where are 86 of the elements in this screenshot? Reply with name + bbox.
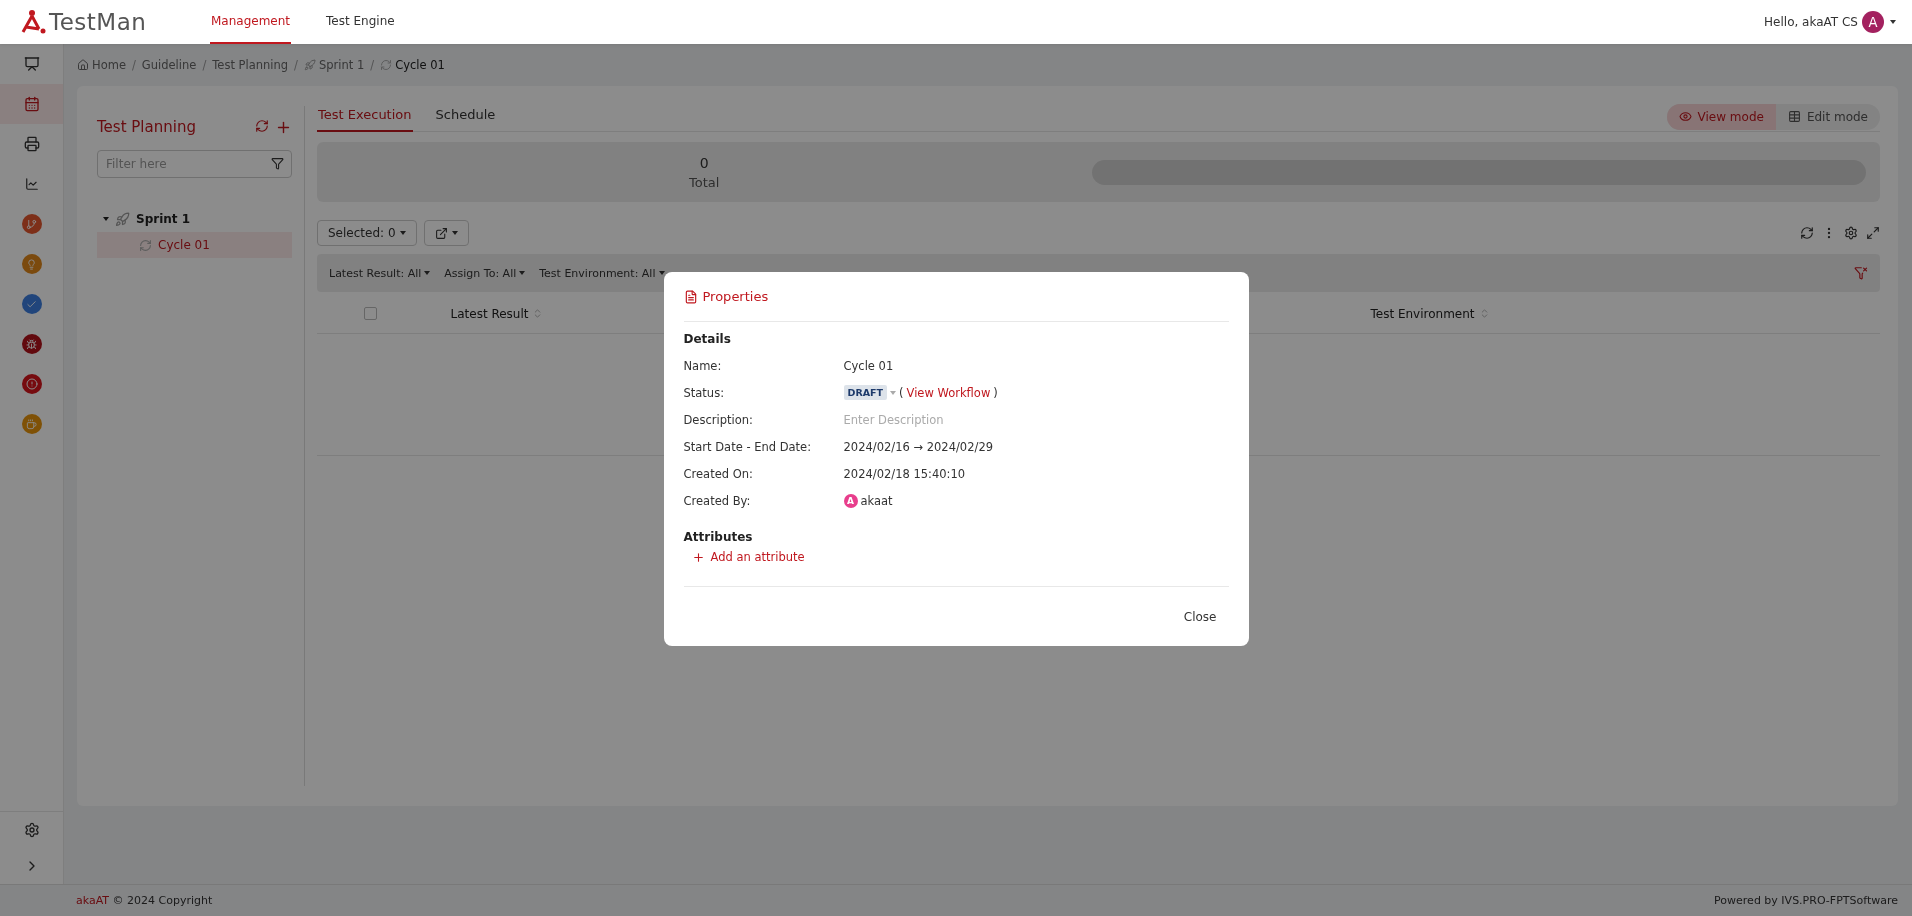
check-icon	[21, 294, 42, 314]
breadcrumb-link[interactable]: Sprint 1	[303, 58, 365, 72]
logo-icon	[20, 9, 46, 35]
breadcrumb-link[interactable]: Test Planning	[212, 58, 289, 72]
rocket-icon	[115, 211, 130, 227]
selected-dropdown[interactable]: Selected: 0	[317, 220, 417, 246]
table-edit-icon	[1787, 110, 1801, 123]
expand-icon[interactable]	[1866, 226, 1880, 240]
nav-tab[interactable]: Management	[210, 0, 292, 44]
bug-icon	[21, 334, 42, 354]
filter-field[interactable]: Filter here	[97, 150, 292, 178]
column-header[interactable]: Latest Result	[377, 306, 617, 321]
select-all-checkbox[interactable]	[364, 307, 377, 320]
export-icon	[434, 226, 448, 240]
field-label: Start Date - End Date:	[683, 439, 813, 454]
settings-icon[interactable]	[1844, 226, 1858, 240]
tab[interactable]: Test Execution	[317, 107, 413, 132]
total-label: Total	[689, 174, 720, 190]
export-button[interactable]	[423, 220, 469, 246]
field-value: 2024/02/18 15:40:10	[843, 466, 967, 481]
tree-item[interactable]: Sprint 1	[97, 206, 292, 232]
breadcrumb-separator: /	[294, 58, 298, 72]
rocket-icon	[303, 59, 316, 71]
breadcrumb-separator: /	[202, 58, 207, 72]
powered-by-text: Powered by	[1714, 894, 1778, 907]
section-heading: Details	[683, 332, 732, 346]
status-badge[interactable]: DRAFT	[843, 385, 888, 400]
user-avatar[interactable]: A	[1862, 11, 1884, 33]
expand-caret-icon	[103, 217, 109, 221]
filter-dropdown[interactable]: Latest Result: All	[329, 266, 431, 280]
paren: (	[899, 385, 904, 400]
mode-button[interactable]: View mode	[1666, 103, 1776, 130]
field-value: 2024/02/16 → 2024/02/29	[843, 439, 994, 454]
cup-icon	[21, 414, 42, 434]
filter-dropdown[interactable]: Assign To: All	[444, 266, 526, 280]
field-label: Created By:	[683, 493, 752, 508]
clear-filter-icon[interactable]	[1854, 266, 1868, 280]
tab[interactable]: Schedule	[434, 107, 497, 132]
dialog-title: Properties	[702, 289, 769, 304]
bulb-icon	[21, 254, 42, 274]
column-header[interactable]: Test Environment	[1280, 306, 1580, 321]
field-value: Cycle 01	[843, 358, 895, 373]
user-menu-caret-icon[interactable]	[1890, 20, 1896, 24]
calendar-icon	[23, 96, 40, 112]
paren: )	[993, 385, 998, 400]
footer-brand: akaAT	[76, 894, 110, 907]
sidebar-item[interactable]	[0, 84, 63, 124]
panel-title: Test Planning	[97, 118, 196, 136]
branch-icon	[21, 214, 42, 234]
field-label: Name:	[683, 358, 723, 373]
logo-text: TestMan	[49, 9, 147, 35]
presentation-icon	[23, 56, 40, 72]
line-chart-icon	[24, 177, 39, 191]
printer-icon	[23, 136, 40, 152]
breadcrumb-separator: /	[131, 58, 136, 72]
breadcrumb-separator: /	[370, 58, 375, 72]
company-name: IVS.PRO-FPTSoftware	[1781, 894, 1898, 907]
status-caret-icon[interactable]	[890, 390, 897, 395]
refresh-icon[interactable]	[1800, 226, 1814, 240]
eye-icon	[1678, 110, 1692, 123]
breadcrumb-link[interactable]: Cycle 01	[380, 58, 445, 72]
view-workflow-link[interactable]: View Workflow	[906, 385, 991, 400]
close-button[interactable]: Close	[1171, 603, 1229, 630]
user-avatar: A	[843, 493, 858, 508]
nav-tab[interactable]: Test Engine	[325, 0, 396, 44]
cycle-icon	[139, 238, 152, 252]
section-heading: Attributes	[683, 530, 754, 544]
tree-item[interactable]: Cycle 01	[97, 232, 292, 258]
plus-icon	[691, 550, 705, 564]
home-icon	[77, 59, 89, 71]
add-attribute-button[interactable]: Add an attribute	[683, 550, 805, 564]
field-label: Description:	[683, 412, 754, 427]
copyright-text: © 2024 Copyright	[112, 894, 213, 907]
total-count: 0	[699, 154, 709, 171]
document-icon	[683, 289, 698, 304]
alert-icon	[21, 374, 42, 394]
cycle-icon	[380, 59, 393, 71]
settings-icon	[23, 822, 40, 838]
mode-button[interactable]: Edit mode	[1775, 103, 1880, 130]
filter-icon[interactable]	[271, 157, 284, 170]
breadcrumb-link[interactable]: Home	[77, 58, 126, 72]
user-greeting: Hello, akaAT CS	[1764, 15, 1858, 29]
breadcrumb-link[interactable]: Guideline	[141, 58, 197, 72]
field-label: Status:	[683, 385, 726, 400]
field-label: Created On:	[683, 466, 754, 481]
user-name: akaat	[860, 493, 893, 508]
